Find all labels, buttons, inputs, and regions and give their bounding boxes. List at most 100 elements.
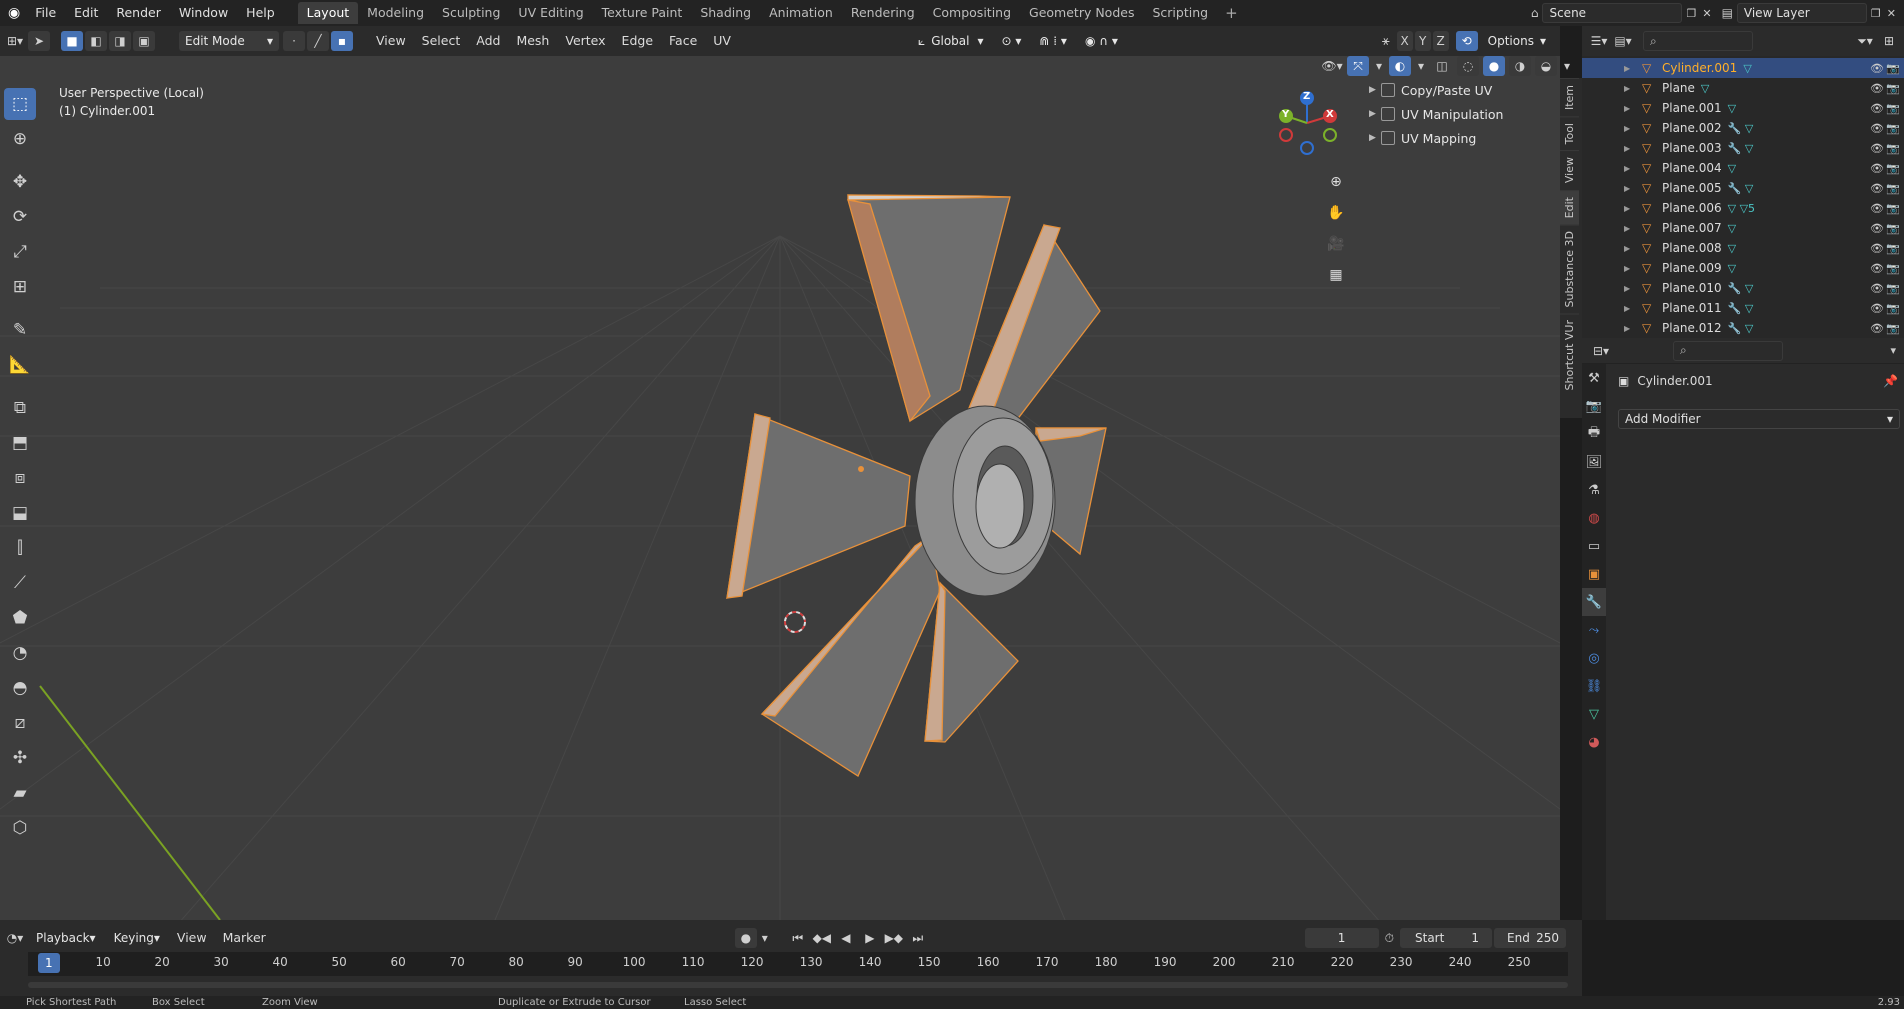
tab-scripting[interactable]: Scripting xyxy=(1143,2,1217,24)
modifier-data-icons[interactable]: ▽ xyxy=(1728,262,1736,275)
auto-merge-icon[interactable]: ⟲ xyxy=(1455,31,1478,51)
scale-tool-icon[interactable]: ⤢ xyxy=(4,236,36,268)
outliner-row[interactable]: ▶ ▽ Plane.012 🔧 ▽ 👁 📷 xyxy=(1582,318,1904,338)
extrude-tool-icon[interactable]: ⬒ xyxy=(4,427,36,459)
pin-icon[interactable]: 📌 xyxy=(1883,374,1898,388)
options-dropdown[interactable]: Options ▾ xyxy=(1482,31,1552,51)
playback-dropdown[interactable]: Playback ▾ xyxy=(30,928,102,948)
render-camera-icon[interactable]: 📷 xyxy=(1886,162,1900,175)
modifier-data-icons[interactable]: ▽ xyxy=(1743,62,1751,75)
expand-arrow-icon[interactable]: ▶ xyxy=(1624,124,1638,133)
mirror-y-toggle[interactable]: Y xyxy=(1414,31,1431,51)
select-extend-icon[interactable]: ◧ xyxy=(85,31,107,51)
modifier-data-icons[interactable]: 🔧 ▽ xyxy=(1728,322,1754,335)
remove-scene-icon[interactable]: ✕ xyxy=(1700,7,1717,20)
expand-arrow-icon[interactable]: ▶ xyxy=(1624,184,1638,193)
gizmo-toggle-icon[interactable]: ⤧ xyxy=(1347,56,1369,76)
render-camera-icon[interactable]: 📷 xyxy=(1886,122,1900,135)
select-intersect-icon[interactable]: ▣ xyxy=(133,31,155,51)
sidebar-tab-view[interactable]: View xyxy=(1560,150,1579,190)
tab-sculpting[interactable]: Sculpting xyxy=(433,2,509,24)
outliner-row[interactable]: ▶ ▽ Plane.002 🔧 ▽ 👁 📷 xyxy=(1582,118,1904,138)
visibility-eye-icon[interactable]: 👁 xyxy=(1870,62,1884,75)
mode-dropdown[interactable]: Edit Mode ▾ xyxy=(179,31,279,51)
timeline-menu-view[interactable]: View xyxy=(169,923,215,953)
rendered-shading-icon[interactable]: ◒ xyxy=(1535,56,1557,76)
filter-icon[interactable]: ⏷▾ xyxy=(1854,31,1876,51)
properties-options-icon[interactable]: ▾ xyxy=(1890,344,1896,357)
current-frame-field[interactable]: 1 xyxy=(1304,928,1379,948)
add-cube-tool-icon[interactable]: ⧉ xyxy=(4,392,36,424)
shading-dropdown-icon[interactable]: ▾ xyxy=(1561,56,1573,76)
bevel-tool-icon[interactable]: ⬓ xyxy=(4,497,36,529)
move-tool-icon[interactable]: ✥ xyxy=(4,166,36,198)
modifier-data-icons[interactable]: ▽ xyxy=(1728,222,1736,235)
outliner-row[interactable]: ▶ ▽ Plane.008 ▽ 👁 📷 xyxy=(1582,238,1904,258)
tweak-tool-icon[interactable]: ➤ xyxy=(28,31,50,51)
outliner-row[interactable]: ▶ ▽ Cylinder.001 ▽ 👁 📷 xyxy=(1582,58,1904,78)
jump-end-icon[interactable]: ⏭ xyxy=(907,928,929,948)
record-dropdown-icon[interactable]: ▾ xyxy=(759,928,771,948)
modifier-data-icons[interactable]: 🔧 ▽ xyxy=(1728,142,1754,155)
remove-view-layer-icon[interactable]: ✕ xyxy=(1885,7,1904,20)
menu-mesh[interactable]: Mesh xyxy=(508,26,557,56)
gizmo-dropdown-icon[interactable]: ▾ xyxy=(1373,56,1385,76)
jump-keyframe-forward-icon[interactable]: ▶◆ xyxy=(883,928,905,948)
visibility-icon[interactable]: 👁▾ xyxy=(1321,56,1343,76)
select-new-icon[interactable]: ■ xyxy=(61,31,83,51)
data-properties-icon[interactable]: ▽ xyxy=(1582,700,1606,728)
jump-start-icon[interactable]: ⏮ xyxy=(787,928,809,948)
face-select-icon[interactable]: ▪ xyxy=(331,31,353,51)
new-scene-icon[interactable]: ❐ xyxy=(1682,7,1700,20)
inset-tool-icon[interactable]: ⧈ xyxy=(4,462,36,494)
panel-uv-mapping[interactable]: ▶ UV Mapping xyxy=(1365,126,1557,150)
outliner-row[interactable]: ▶ ▽ Plane.009 ▽ 👁 📷 xyxy=(1582,258,1904,278)
pivot-point-dropdown[interactable]: ⊙ ▾ xyxy=(996,31,1028,51)
add-workspace-icon[interactable]: + xyxy=(1217,4,1246,22)
overlay-toggle-icon[interactable]: ◐ xyxy=(1389,56,1411,76)
shrink-fatten-tool-icon[interactable]: ✣ xyxy=(4,742,36,774)
expand-arrow-icon[interactable]: ▶ xyxy=(1624,304,1638,313)
vertex-select-icon[interactable]: ⋅ xyxy=(283,31,305,51)
transform-orientation-dropdown[interactable]: ⟀ Global ▾ xyxy=(912,31,990,51)
render-camera-icon[interactable]: 📷 xyxy=(1886,302,1900,315)
edge-slide-tool-icon[interactable]: ⧄ xyxy=(4,707,36,739)
view-layer-properties-icon[interactable]: 🖼 xyxy=(1582,448,1606,476)
outliner-row[interactable]: ▶ ▽ Plane.010 🔧 ▽ 👁 📷 xyxy=(1582,278,1904,298)
tab-rendering[interactable]: Rendering xyxy=(842,2,924,24)
pan-hand-icon[interactable]: ✋ xyxy=(1322,199,1350,227)
menu-file[interactable]: File xyxy=(26,0,65,26)
visibility-eye-icon[interactable]: 👁 xyxy=(1870,202,1884,215)
menu-help[interactable]: Help xyxy=(237,0,284,26)
modifier-data-icons[interactable]: ▽ xyxy=(1728,102,1736,115)
menu-select[interactable]: Select xyxy=(414,26,469,56)
spin-tool-icon[interactable]: ◔ xyxy=(4,637,36,669)
overlay-dropdown-icon[interactable]: ▾ xyxy=(1415,56,1427,76)
transform-tool-icon[interactable]: ⊞ xyxy=(4,271,36,303)
expand-arrow-icon[interactable]: ▶ xyxy=(1624,284,1638,293)
modifier-data-icons[interactable]: ▽ xyxy=(1701,82,1709,95)
annotate-tool-icon[interactable]: ✎ xyxy=(4,314,36,346)
timeline-editor-icon[interactable]: ◔▾ xyxy=(4,928,26,948)
panel-copy-paste-uv[interactable]: ▶ Copy/Paste UV xyxy=(1365,78,1557,102)
expand-arrow-icon[interactable]: ▶ xyxy=(1624,164,1638,173)
particles-properties-icon[interactable]: ⤳ xyxy=(1582,616,1606,644)
xray-icon[interactable]: ◫ xyxy=(1431,56,1453,76)
visibility-eye-icon[interactable]: 👁 xyxy=(1870,122,1884,135)
modifier-data-icons[interactable]: 🔧 ▽ xyxy=(1728,122,1754,135)
mirror-x-toggle[interactable]: X xyxy=(1396,31,1413,51)
sidebar-tab-edit[interactable]: Edit xyxy=(1560,189,1579,224)
visibility-eye-icon[interactable]: 👁 xyxy=(1870,222,1884,235)
modifier-properties-icon[interactable]: 🔧 xyxy=(1582,588,1606,616)
sidebar-tab-substance[interactable]: Substance 3D xyxy=(1560,223,1579,314)
render-camera-icon[interactable]: 📷 xyxy=(1886,282,1900,295)
modifier-data-icons[interactable]: 🔧 ▽ xyxy=(1728,282,1754,295)
add-modifier-button[interactable]: Add Modifier ▾ xyxy=(1618,409,1900,429)
outliner-search[interactable]: ⌕ xyxy=(1643,31,1753,51)
tool-properties-icon[interactable]: ⚒ xyxy=(1582,364,1606,392)
scene-properties-icon[interactable]: ⚗ xyxy=(1582,476,1606,504)
expand-arrow-icon[interactable]: ▶ xyxy=(1624,244,1638,253)
timeline-ruler[interactable]: 10 20 30 40 50 60 70 80 90 100 110 120 130 140 150 160 1… xyxy=(28,952,1568,976)
expand-arrow-icon[interactable]: ▶ xyxy=(1624,84,1638,93)
loop-cut-tool-icon[interactable]: ⫿ xyxy=(4,532,36,564)
